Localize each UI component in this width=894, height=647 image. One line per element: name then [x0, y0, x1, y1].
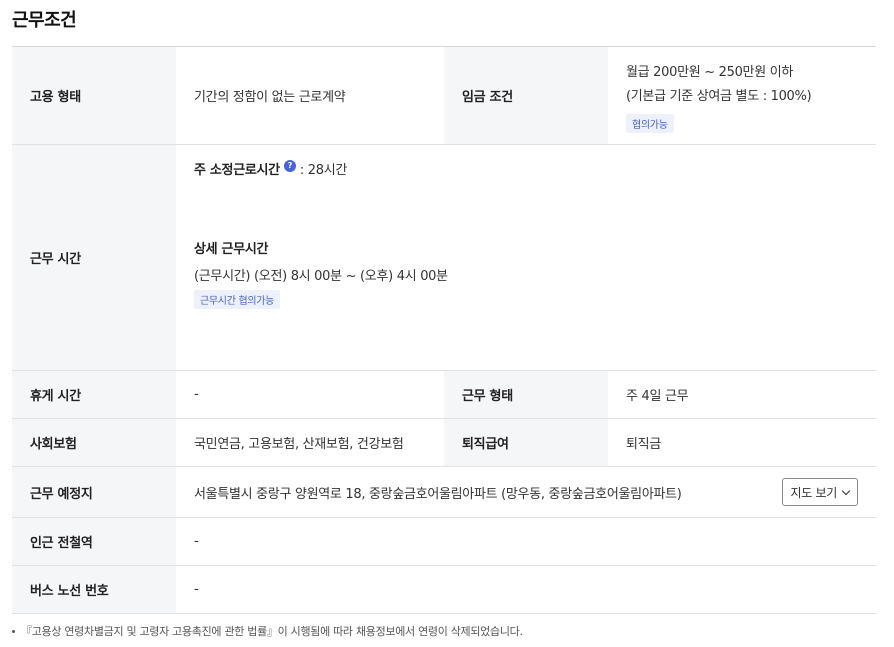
bus-header: 버스 노선 번호 [12, 566, 176, 613]
detail-hours-label: 상세 근무시간 [194, 242, 269, 257]
work-hours-cell: 주 소정근로시간 ? : 28시간 상세 근무시간 (근무시간) (오전) 8시… [176, 145, 876, 370]
map-view-label: 지도 보기 [790, 485, 838, 500]
table-row: 근무 시간 주 소정근로시간 ? : 28시간 상세 근무시간 (근무시간) (… [12, 145, 876, 371]
location-header: 근무 예정지 [12, 467, 176, 517]
location-address: 서울특별시 중랑구 양원역로 18, 중랑숲금호어울림아파트 (망우동, 중랑숲… [194, 486, 682, 502]
break-time-header: 휴게 시간 [12, 371, 176, 418]
subway-header: 인근 전철역 [12, 518, 176, 565]
location-cell: 서울특별시 중랑구 양원역로 18, 중랑숲금호어울림아파트 (망우동, 중랑숲… [176, 467, 876, 517]
table-row: 근무 예정지 서울특별시 중랑구 양원역로 18, 중랑숲금호어울림아파트 (망… [12, 467, 876, 518]
footnote: 『고용상 연령차별금지 및 고령자 고용촉진에 관한 법률』이 시행됨에 따라 … [12, 623, 523, 639]
employment-type-value: 기간의 정함이 없는 근로계약 [194, 90, 346, 105]
insurance-value: 국민연금, 고용보험, 산재보험, 건강보험 [194, 437, 404, 452]
table-row: 고용 형태 기간의 정함이 없는 근로계약 임금 조건 월급 200만원 ~ 2… [12, 47, 876, 145]
employment-type-header: 고용 형태 [12, 47, 176, 144]
chevron-down-icon [841, 486, 851, 495]
wage-negotiable-badge: 협의가능 [626, 114, 674, 133]
bullet-icon [12, 629, 15, 633]
work-type-header: 근무 형태 [444, 371, 608, 418]
help-icon[interactable]: ? [283, 159, 296, 172]
severance-value: 퇴직금 [626, 437, 661, 452]
wage-range: 월급 200만원 ~ 250만원 이하 [626, 65, 794, 80]
subway-value: - [194, 534, 199, 549]
table-row: 사회보험 국민연금, 고용보험, 산재보험, 건강보험 퇴직급여 퇴직금 [12, 419, 876, 467]
footnote-text: 『고용상 연령차별금지 및 고령자 고용촉진에 관한 법률』이 시행됨에 따라 … [21, 625, 523, 638]
table-row: 휴게 시간 - 근무 형태 주 4일 근무 [12, 371, 876, 419]
section-title: 근무조건 [12, 10, 77, 31]
insurance-header: 사회보험 [12, 419, 176, 466]
wage-cell: 월급 200만원 ~ 250만원 이하 (기본급 기준 상여금 별도 : 100… [608, 47, 876, 144]
weekly-hours-value: : 28시간 [299, 163, 348, 178]
weekly-hours-label: 주 소정근로시간 [194, 163, 280, 178]
weekly-hours-line: 주 소정근로시간 ? : 28시간 [194, 159, 347, 178]
map-view-button[interactable]: 지도 보기 [781, 478, 858, 506]
hours-negotiable-badge: 근무시간 협의가능 [194, 290, 281, 309]
detail-hours-value: (근무시간) (오전) 8시 00분 ~ (오후) 4시 00분 [194, 269, 448, 284]
table-row: 인근 전철역 - [12, 518, 876, 566]
work-hours-header: 근무 시간 [12, 145, 176, 370]
severance-header: 퇴직급여 [444, 419, 608, 466]
work-conditions-table: 고용 형태 기간의 정함이 없는 근로계약 임금 조건 월급 200만원 ~ 2… [12, 46, 876, 614]
wage-header: 임금 조건 [444, 47, 608, 144]
wage-bonus: (기본급 기준 상여금 별도 : 100%) [626, 89, 812, 104]
table-row: 버스 노선 번호 - [12, 566, 876, 614]
bus-value: - [194, 582, 199, 597]
work-type-value: 주 4일 근무 [626, 389, 689, 404]
break-time-value: - [194, 387, 199, 402]
